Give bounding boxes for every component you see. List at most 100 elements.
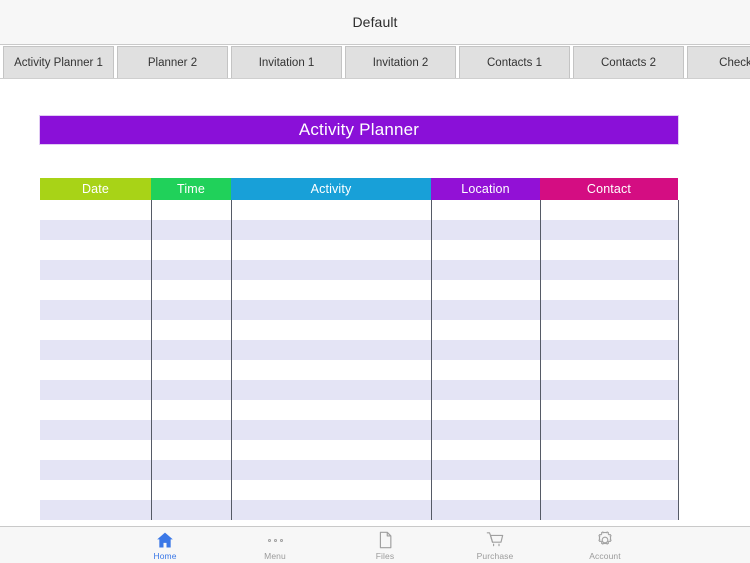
table-cell[interactable] — [539, 320, 679, 340]
table-cell[interactable] — [539, 420, 679, 440]
table-cell[interactable] — [539, 240, 679, 260]
bottom-tab-menu[interactable]: Menu — [220, 527, 330, 561]
table-row[interactable] — [40, 380, 679, 400]
table-cell[interactable] — [150, 260, 232, 280]
bottom-tab-home[interactable]: Home — [110, 527, 220, 561]
table-row[interactable] — [40, 500, 679, 520]
table-cell[interactable] — [150, 420, 232, 440]
table-cell[interactable] — [430, 200, 541, 220]
table-cell[interactable] — [230, 440, 432, 460]
table-cell[interactable] — [150, 440, 232, 460]
table-cell[interactable] — [150, 320, 232, 340]
table-cell[interactable] — [230, 400, 432, 420]
table-cell[interactable] — [230, 460, 432, 480]
table-cell[interactable] — [40, 440, 152, 460]
table-row[interactable] — [40, 340, 679, 360]
table-cell[interactable] — [539, 440, 679, 460]
column-header-contact[interactable]: Contact — [540, 178, 678, 200]
column-header-date[interactable]: Date — [40, 178, 151, 200]
tab-planner-2[interactable]: Planner 2 — [117, 46, 228, 78]
table-cell[interactable] — [230, 360, 432, 380]
column-header-time[interactable]: Time — [151, 178, 231, 200]
table-row[interactable] — [40, 320, 679, 340]
table-cell[interactable] — [539, 220, 679, 240]
table-cell[interactable] — [430, 480, 541, 500]
table-cell[interactable] — [40, 340, 152, 360]
table-cell[interactable] — [40, 360, 152, 380]
tab-contacts-1[interactable]: Contacts 1 — [459, 46, 570, 78]
table-row[interactable] — [40, 440, 679, 460]
table-cell[interactable] — [150, 280, 232, 300]
table-cell[interactable] — [40, 240, 152, 260]
table-cell[interactable] — [40, 220, 152, 240]
tab-invitation-1[interactable]: Invitation 1 — [231, 46, 342, 78]
bottom-tab-bar[interactable]: Home Menu Files Purchase Account — [0, 526, 750, 563]
table-cell[interactable] — [40, 500, 152, 520]
table-cell[interactable] — [230, 420, 432, 440]
table-cell[interactable] — [430, 420, 541, 440]
table-cell[interactable] — [150, 480, 232, 500]
table-row[interactable] — [40, 240, 679, 260]
table-cell[interactable] — [150, 240, 232, 260]
table-cell[interactable] — [230, 280, 432, 300]
tab-invitation-2[interactable]: Invitation 2 — [345, 46, 456, 78]
table-row[interactable] — [40, 280, 679, 300]
table-cell[interactable] — [430, 500, 541, 520]
table-cell[interactable] — [150, 340, 232, 360]
bottom-tab-account[interactable]: Account — [550, 527, 660, 561]
table-cell[interactable] — [230, 340, 432, 360]
table-cell[interactable] — [230, 260, 432, 280]
table-row[interactable] — [40, 420, 679, 440]
table-cell[interactable] — [230, 200, 432, 220]
table-cell[interactable] — [430, 440, 541, 460]
tab-checklist[interactable]: Checklist — [687, 46, 750, 78]
table-cell[interactable] — [539, 260, 679, 280]
table-cell[interactable] — [430, 280, 541, 300]
table-cell[interactable] — [40, 320, 152, 340]
table-cell[interactable] — [539, 360, 679, 380]
table-cell[interactable] — [430, 340, 541, 360]
table-cell[interactable] — [40, 480, 152, 500]
table-row[interactable] — [40, 200, 679, 220]
table-cell[interactable] — [40, 200, 152, 220]
table-cell[interactable] — [230, 240, 432, 260]
table-row[interactable] — [40, 400, 679, 420]
table-cell[interactable] — [150, 360, 232, 380]
table-cell[interactable] — [230, 300, 432, 320]
table-cell[interactable] — [430, 460, 541, 480]
table-cell[interactable] — [539, 280, 679, 300]
table-cell[interactable] — [430, 220, 541, 240]
table-cell[interactable] — [430, 360, 541, 380]
table-cell[interactable] — [40, 300, 152, 320]
table-cell[interactable] — [150, 380, 232, 400]
table-cell[interactable] — [539, 500, 679, 520]
table-cell[interactable] — [539, 400, 679, 420]
table-cell[interactable] — [40, 460, 152, 480]
table-cell[interactable] — [150, 300, 232, 320]
tab-activity-planner-1[interactable]: Activity Planner 1 — [3, 46, 114, 78]
table-row[interactable] — [40, 460, 679, 480]
table-cell[interactable] — [150, 200, 232, 220]
table-cell[interactable] — [430, 380, 541, 400]
tab-contacts-2[interactable]: Contacts 2 — [573, 46, 684, 78]
table-cell[interactable] — [430, 300, 541, 320]
table-cell[interactable] — [150, 400, 232, 420]
table-cell[interactable] — [230, 380, 432, 400]
table-cell[interactable] — [539, 380, 679, 400]
column-header-location[interactable]: Location — [431, 178, 540, 200]
table-cell[interactable] — [40, 420, 152, 440]
table-cell[interactable] — [430, 260, 541, 280]
planner-table[interactable]: Date Time Activity Location Contact — [40, 178, 679, 520]
table-cell[interactable] — [430, 400, 541, 420]
table-row[interactable] — [40, 260, 679, 280]
table-cell[interactable] — [40, 260, 152, 280]
table-cell[interactable] — [430, 240, 541, 260]
table-cell[interactable] — [230, 480, 432, 500]
table-cell[interactable] — [539, 340, 679, 360]
table-cell[interactable] — [539, 200, 679, 220]
table-row[interactable] — [40, 220, 679, 240]
tab-strip[interactable]: Activity Planner 1 Planner 2 Invitation 1 I… — [0, 46, 750, 79]
table-cell[interactable] — [539, 460, 679, 480]
table-cell[interactable] — [40, 380, 152, 400]
table-row[interactable] — [40, 300, 679, 320]
